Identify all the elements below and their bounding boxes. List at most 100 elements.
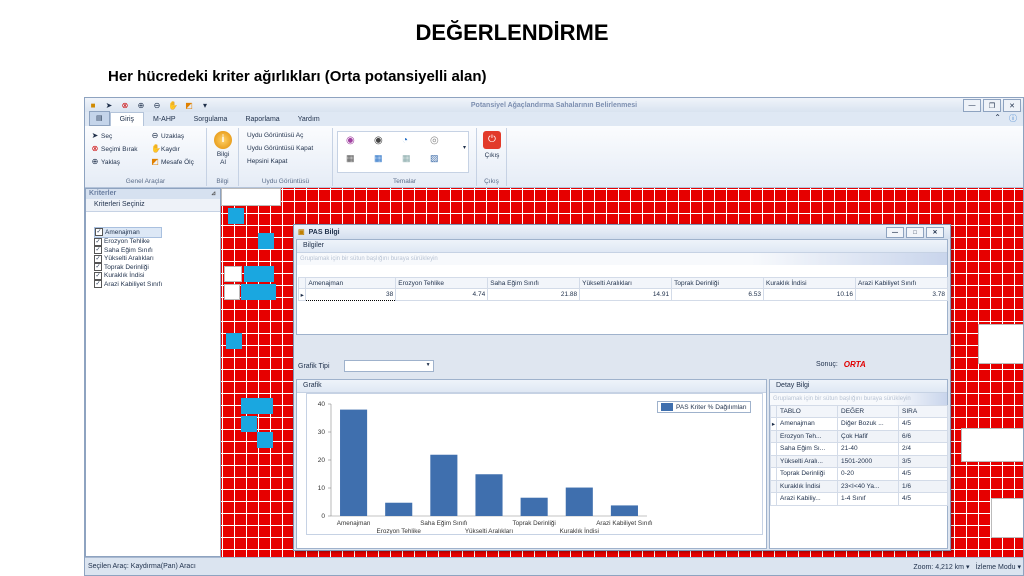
close-icon[interactable]: ✕ <box>1003 99 1021 112</box>
kaydir-button[interactable]: ✋ Kaydır <box>151 145 180 153</box>
bilgi-al-button[interactable]: i Bilgi Al <box>211 131 235 167</box>
table-cell[interactable]: 1-4 Sınıf <box>837 492 899 506</box>
column-header[interactable]: Kuraklık İndisi <box>763 277 856 289</box>
criteria-item-erozyon[interactable]: ✓ Erozyon Tehlike <box>94 237 162 247</box>
table-cell[interactable]: Toprak Derinliği <box>776 467 838 481</box>
table-cell[interactable]: Saha Eğim Sı... <box>776 442 838 456</box>
criteria-item-egim[interactable]: ✓ Saha Eğim Sınıfı <box>94 246 162 255</box>
table-row[interactable]: Erozyon Teh... Çok Hafif 6/6 <box>770 429 948 443</box>
criteria-item-amenajman[interactable]: ✓ Amenajman <box>94 227 163 238</box>
table-cell[interactable]: 10.16 <box>763 288 856 301</box>
theme-6-icon[interactable]: ▦ <box>374 153 383 164</box>
table-cell[interactable]: 6.53 <box>671 288 765 301</box>
table-cell[interactable]: Erozyon Teh... <box>776 429 838 443</box>
criteria-item-yukselti[interactable]: ✓ Yükselti Aralıkları <box>94 254 162 264</box>
table-cell[interactable]: 4/5 <box>898 492 948 506</box>
gallery-scroll-icon[interactable]: ▾ <box>463 144 466 151</box>
theme-5-icon[interactable]: ▦ <box>346 153 355 164</box>
table-cell[interactable]: 38 <box>305 288 397 301</box>
table-row[interactable]: Yükselti Aralı... 1501-2000 3/5 <box>770 454 948 468</box>
table-row[interactable]: Saha Eğim Sı... 21-40 2/4 <box>770 442 948 456</box>
column-header[interactable]: DEĞER <box>837 405 899 418</box>
mode-dropdown[interactable]: İzleme Modu ▾ <box>975 563 1021 571</box>
zoom-dropdown[interactable]: Zoom: 4,212 km ▾ <box>913 563 969 571</box>
yaklas-button[interactable]: ⊕ Yaklaş <box>91 158 120 166</box>
theme-2-icon[interactable]: ◉ <box>374 135 383 146</box>
table-cell[interactable]: Çok Hafif <box>837 429 899 443</box>
theme-8-icon[interactable]: ▨ <box>430 153 439 164</box>
column-header[interactable]: Amenajman <box>305 277 397 289</box>
table-cell[interactable]: 6/6 <box>898 429 948 443</box>
dialog-close-icon[interactable]: ✕ <box>926 227 944 238</box>
checkbox-icon[interactable]: ✓ <box>94 280 102 289</box>
help-icon[interactable]: ⓘ <box>1009 113 1017 124</box>
pin-icon[interactable]: ⊿ <box>211 189 216 199</box>
bar <box>340 409 368 516</box>
table-cell[interactable]: 4/5 <box>898 467 948 481</box>
table-cell[interactable]: Arazi Kabiliy... <box>776 492 838 506</box>
column-header[interactable]: SIRA <box>898 405 948 418</box>
table-cell[interactable]: 14.91 <box>579 288 673 301</box>
table-cell[interactable]: Amenajman <box>776 417 838 431</box>
uzaklas-button[interactable]: ⊖ Uzaklaş <box>151 132 184 140</box>
table-cell[interactable]: 1501-2000 <box>837 454 899 468</box>
table-cell[interactable]: 21-40 <box>837 442 899 456</box>
column-header[interactable]: Arazi Kabiliyet Sınıfı <box>855 277 948 289</box>
restore-icon[interactable]: ❐ <box>983 99 1001 112</box>
theme-3-icon[interactable]: ◔ <box>402 135 408 146</box>
table-row[interactable]: ▸ Amenajman Diğer Bozuk ... 4/5 <box>770 417 948 431</box>
table-cell[interactable]: 2/4 <box>898 442 948 456</box>
hepsini-kapat-button[interactable]: Hepsini Kapat <box>247 158 287 165</box>
cikis-button[interactable]: ⏻ Çıkış <box>481 131 503 159</box>
grafik-tipi-select[interactable] <box>343 360 434 372</box>
column-header[interactable]: Toprak Derinliği <box>671 277 765 289</box>
criteria-item-arazi[interactable]: ✓ Arazi Kabiliyet Sınıfı <box>94 280 162 289</box>
table-cell[interactable]: 3.78 <box>855 288 948 301</box>
table-cell[interactable]: Yükselti Aralı... <box>776 454 838 468</box>
table-row[interactable]: ▸ 38 4.74 21.88 14.91 6.53 10.16 3.78 <box>297 288 948 301</box>
tab-yardim[interactable]: Yardım <box>289 113 329 126</box>
uydu-ac-button[interactable]: Uydu Görüntüsü Aç <box>247 132 303 139</box>
column-header[interactable]: Saha Eğim Sınıfı <box>487 277 581 289</box>
tab-sorgulama[interactable]: Sorgulama <box>185 113 237 126</box>
checkbox-icon[interactable]: ✓ <box>95 228 103 237</box>
mesafe-olc-button[interactable]: ◩ Mesafe Ölç <box>151 158 194 166</box>
checkbox-icon[interactable]: ✓ <box>94 246 102 255</box>
table-row[interactable]: Arazi Kabiliy... 1-4 Sınıf 4/5 <box>770 492 948 506</box>
tab-raporlama[interactable]: Raporlama <box>236 113 288 126</box>
table-cell[interactable]: 0-20 <box>837 467 899 481</box>
theme-gallery[interactable]: ◉ ◉ ◔ ◎ ▦ ▦ ▦ ▨ ▾ <box>337 131 469 173</box>
checkbox-icon[interactable]: ✓ <box>94 237 102 246</box>
table-row[interactable]: Kuraklık İndisi 23<I<40 Ya... 1/6 <box>770 479 948 493</box>
table-row[interactable]: Toprak Derinliği 0-20 4/5 <box>770 467 948 481</box>
column-header[interactable]: TABLO <box>776 405 838 418</box>
file-menu-button[interactable]: ▤ <box>89 111 110 126</box>
secimi-birak-button[interactable]: ⊗ Seçimi Bırak <box>91 145 138 153</box>
dialog-minimize-icon[interactable]: — <box>886 227 904 238</box>
dialog-restore-icon[interactable]: □ <box>906 227 924 238</box>
table-cell[interactable]: 21.88 <box>487 288 581 301</box>
column-header[interactable]: Yükselti Aralıkları <box>579 277 673 289</box>
theme-1-icon[interactable]: ◉ <box>346 135 355 146</box>
tab-m-ahp[interactable]: M-AHP <box>144 113 185 126</box>
table-cell[interactable]: 1/6 <box>898 479 948 493</box>
checkbox-icon[interactable]: ✓ <box>94 271 102 280</box>
table-cell[interactable]: 4.74 <box>395 288 489 301</box>
criteria-item-toprak[interactable]: ✓ Toprak Derinliği <box>94 263 162 272</box>
table-cell[interactable]: 3/5 <box>898 454 948 468</box>
sec-button[interactable]: ➤ Seç <box>91 132 113 140</box>
table-cell[interactable]: 23<I<40 Ya... <box>837 479 899 493</box>
checkbox-icon[interactable]: ✓ <box>94 263 102 272</box>
table-cell[interactable]: Kuraklık İndisi <box>776 479 838 493</box>
column-header[interactable]: Erozyon Tehlike <box>395 277 489 289</box>
checkbox-icon[interactable]: ✓ <box>94 254 102 263</box>
minimize-icon[interactable]: — <box>963 99 981 112</box>
table-cell[interactable]: 4/5 <box>898 417 948 431</box>
uydu-kapat-button[interactable]: Uydu Görüntüsü Kapat <box>247 145 313 152</box>
table-cell[interactable]: Diğer Bozuk ... <box>837 417 899 431</box>
ribbon-collapse-icon[interactable]: ⌃ <box>994 113 1001 124</box>
theme-7-icon[interactable]: ▦ <box>402 153 411 164</box>
tab-giris[interactable]: Giriş <box>109 112 145 126</box>
criteria-item-kuraklik[interactable]: ✓ Kuraklık İndisi <box>94 271 162 281</box>
theme-4-icon[interactable]: ◎ <box>430 135 439 146</box>
